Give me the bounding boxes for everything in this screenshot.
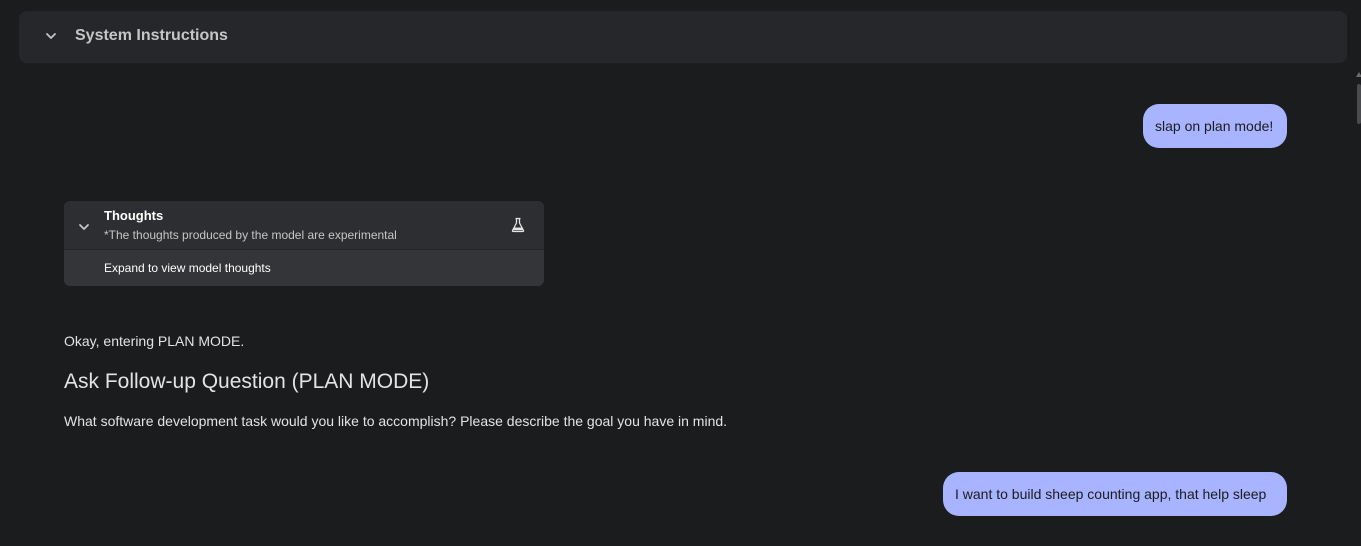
system-instructions-title[interactable]: System Instructions [75, 27, 228, 45]
model-response-heading: Ask Follow-up Question (PLAN MODE) [64, 370, 430, 393]
thoughts-panel[interactable]: Thoughts *The thoughts produced by the m… [64, 201, 544, 286]
model-intro-text: Okay, entering PLAN MODE. [64, 333, 245, 349]
user-message: slap on plan mode! [1143, 104, 1287, 148]
scroll-up-arrow-icon[interactable] [1356, 72, 1361, 77]
thoughts-subtitle: *The thoughts produced by the model are … [104, 228, 397, 242]
expand-thoughts-link[interactable]: Expand to view model thoughts [104, 261, 271, 275]
model-response-body: What software development task would you… [64, 413, 728, 429]
thoughts-header[interactable]: Thoughts *The thoughts produced by the m… [64, 201, 544, 250]
thoughts-title: Thoughts [104, 208, 164, 223]
chevron-down-icon[interactable] [45, 30, 57, 42]
chat-page: System Instructions slap on plan mode! T… [0, 0, 1361, 546]
flask-icon [511, 217, 525, 233]
user-message-text: I want to build sheep counting app, that… [955, 486, 1267, 502]
system-instructions-bar[interactable]: System Instructions [19, 11, 1347, 63]
chevron-down-icon[interactable] [78, 221, 90, 233]
scrollbar-thumb[interactable] [1357, 84, 1361, 124]
user-message: I want to build sheep counting app, that… [943, 472, 1287, 516]
user-message-text: slap on plan mode! [1155, 118, 1274, 134]
